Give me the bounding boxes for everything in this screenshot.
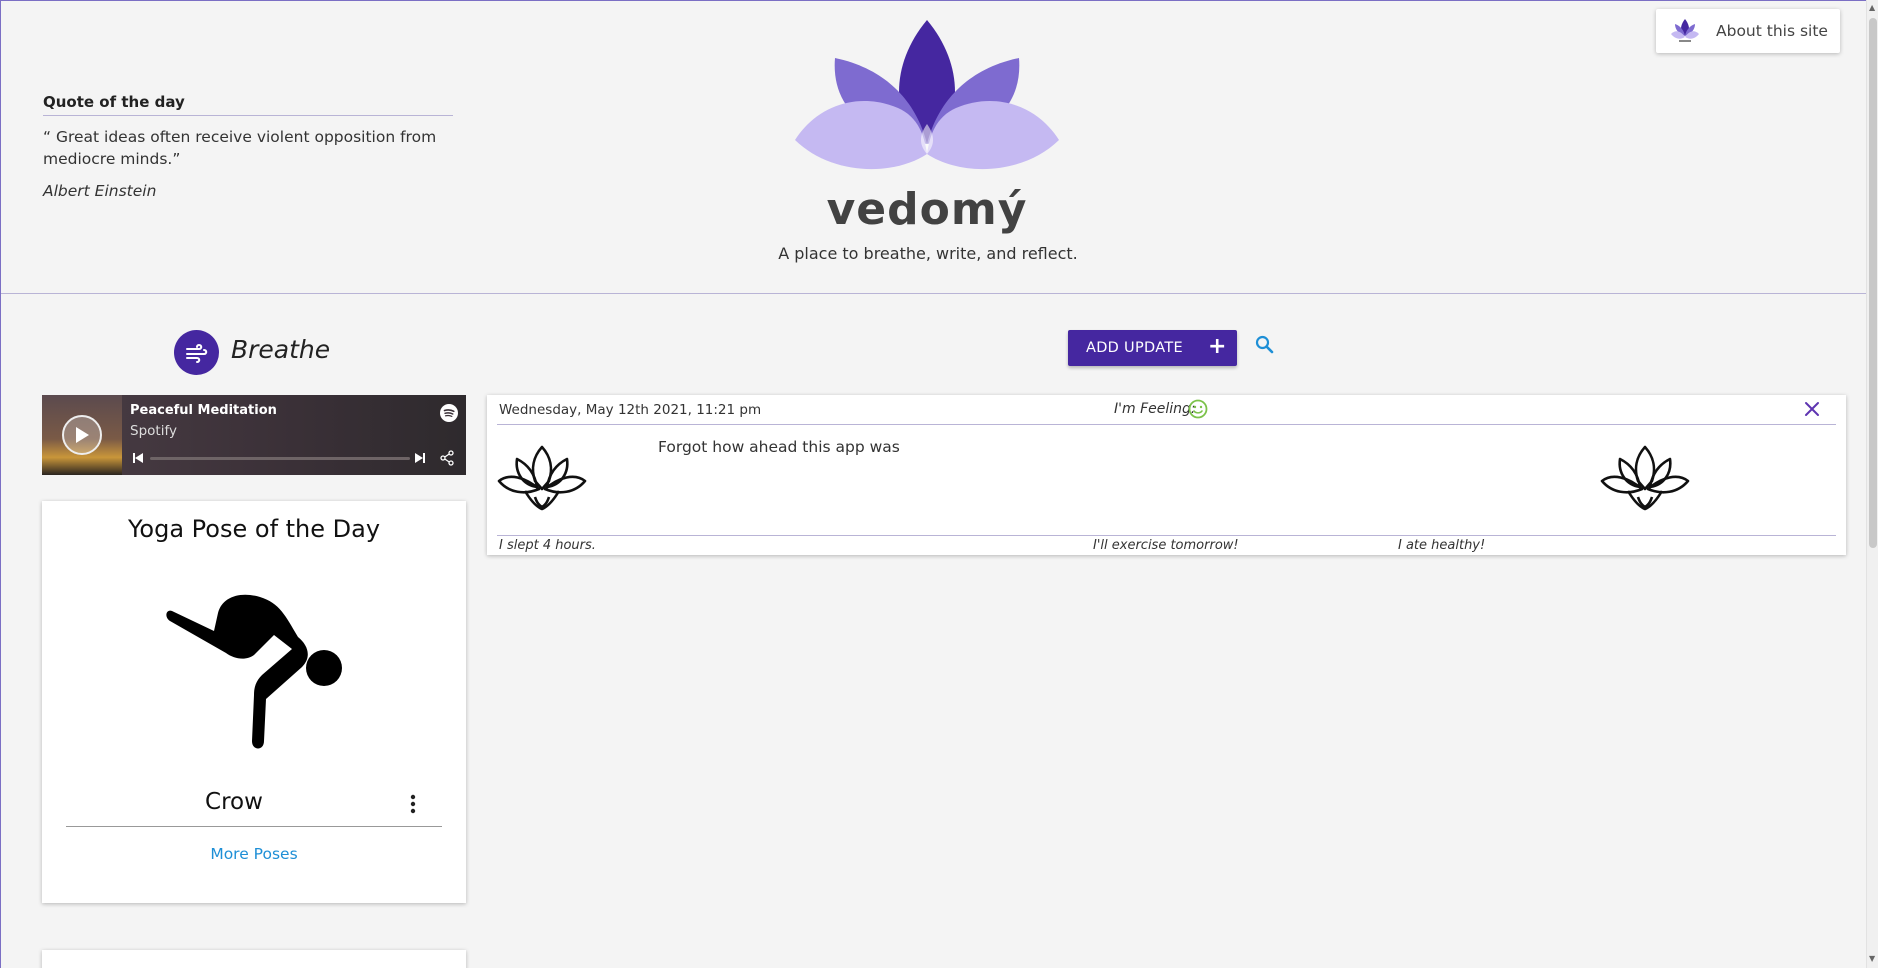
quote-of-the-day: Quote of the day “ Great ideas often rec… <box>43 93 453 200</box>
scroll-up-icon[interactable]: ▲ <box>1869 3 1875 12</box>
journal-entry: Wednesday, May 12th 2021, 11:21 pm I'm F… <box>487 395 1846 555</box>
about-site-button[interactable]: About this site <box>1656 9 1840 53</box>
entry-bottom-divider <box>497 535 1836 536</box>
close-icon[interactable] <box>1803 400 1821 418</box>
share-icon[interactable] <box>439 450 455 466</box>
plus-icon: + <box>1208 334 1227 359</box>
play-button[interactable] <box>62 415 102 455</box>
quote-title: Quote of the day <box>43 93 453 116</box>
pose-name: Crow <box>205 789 263 815</box>
entry-text: Forgot how ahead this app was <box>658 438 900 456</box>
track-artist: Spotify <box>130 423 177 439</box>
card-divider <box>66 826 442 827</box>
page-scrollbar[interactable]: ▲ ▼ <box>1866 0 1878 968</box>
header-divider <box>1 293 1866 294</box>
brand-name: vedomý <box>826 184 1028 235</box>
site-logo: vedomý <box>790 12 1064 236</box>
more-poses-link[interactable]: More Poses <box>42 845 466 863</box>
next-card-peek <box>42 950 466 968</box>
quote-author: Albert Einstein <box>43 182 157 200</box>
add-update-label: ADD UPDATE <box>1086 340 1183 356</box>
entry-date: Wednesday, May 12th 2021, 11:21 pm <box>499 402 762 418</box>
lotus-outline-icon <box>1600 445 1690 511</box>
yoga-card-title: Yoga Pose of the Day <box>127 515 381 543</box>
about-site-label: About this site <box>1716 22 1828 40</box>
entry-diet: I ate healthy! <box>1398 538 1486 553</box>
scrollbar-thumb[interactable] <box>1869 18 1877 548</box>
breathe-button[interactable] <box>174 330 219 375</box>
add-update-button[interactable]: ADD UPDATE + <box>1068 330 1237 366</box>
crow-pose-icon <box>166 594 342 749</box>
yoga-pose-card: Yoga Pose of the Day Crow More Poses <box>42 501 466 903</box>
spotify-icon[interactable] <box>440 404 458 422</box>
play-icon <box>76 427 89 443</box>
feeling-label: I'm Feeling: <box>1114 401 1196 417</box>
progress-bar[interactable] <box>150 457 410 460</box>
track-title: Peaceful Meditation <box>130 403 277 418</box>
lotus-logo-icon <box>795 20 1059 170</box>
previous-icon[interactable] <box>132 452 144 464</box>
entry-exercise: I'll exercise tomorrow! <box>1093 538 1239 553</box>
next-icon[interactable] <box>414 452 426 464</box>
tagline: A place to breathe, write, and reflect. <box>778 244 1078 263</box>
lotus-logo-icon <box>1671 19 1699 42</box>
search-icon[interactable] <box>1254 334 1276 356</box>
quote-text: “ Great ideas often receive violent oppo… <box>43 128 437 168</box>
scroll-down-icon[interactable]: ▼ <box>1869 954 1875 963</box>
more-options-icon[interactable] <box>408 793 418 815</box>
wind-icon <box>185 343 207 363</box>
breathe-label[interactable]: Breathe <box>231 335 330 364</box>
entry-top-divider <box>497 424 1836 425</box>
lotus-outline-icon <box>497 445 587 511</box>
smiley-icon <box>1188 399 1208 419</box>
entry-sleep: I slept 4 hours. <box>499 538 596 553</box>
spotify-player[interactable]: Peaceful Meditation Spotify <box>42 395 466 475</box>
